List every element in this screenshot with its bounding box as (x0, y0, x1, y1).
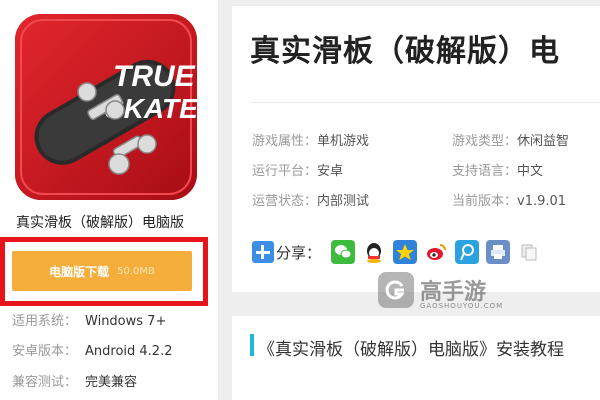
attr-game-property: 游戏属性：单机游戏 (252, 130, 369, 149)
compatibility-test-label: 兼容测试： (12, 375, 78, 390)
divider (250, 102, 600, 103)
page-title: 真实滑板（破解版）电 (250, 34, 560, 69)
attr-label: 运行平台： (252, 164, 318, 179)
share-plus-icon[interactable] (252, 241, 274, 263)
svg-text:TRUE: TRUE (113, 60, 196, 93)
android-version-value: Android 4.2.2 (85, 344, 173, 359)
app-name: 真实滑板（破解版）电脑版 (16, 215, 184, 231)
main-panel: 真实滑板（破解版）电 游戏属性：单机游戏 游戏类型：休闲益智 运行平台：安卓 支… (232, 6, 600, 292)
attr-label: 支持语言： (452, 164, 518, 179)
tencent-weibo-icon[interactable] (455, 240, 480, 264)
section-accent-bar (250, 334, 254, 356)
attr-label: 游戏属性： (252, 134, 318, 149)
attr-platform: 运行平台：安卓 (252, 160, 343, 179)
attr-label: 游戏类型： (452, 134, 518, 149)
system-requirement-label: 适用系统： (12, 314, 78, 329)
weibo-icon[interactable] (424, 240, 449, 264)
share-label: 分享： (276, 243, 322, 262)
section-title: 《真实滑板（破解版）电脑版》安装教程 (258, 340, 564, 360)
attr-value: 单机游戏 (317, 134, 370, 149)
attr-value: 安卓 (317, 164, 344, 179)
install-tutorial-section: 《真实滑板（破解版）电脑版》安装教程 (232, 316, 600, 400)
system-requirement-value: Windows 7+ (85, 314, 167, 329)
attr-label: 运营状态： (252, 194, 318, 209)
skateboard-icon: TRUE SKATE (15, 14, 197, 200)
attr-game-type: 游戏类型：休闲益智 (452, 130, 569, 149)
attr-label: 当前版本： (452, 194, 518, 209)
app-icon[interactable]: TRUE SKATE (15, 14, 197, 200)
download-button-label: 电脑版下载 (49, 264, 110, 279)
attr-version: 当前版本：v1.9.01 (452, 190, 566, 209)
copy-icon[interactable] (517, 240, 542, 264)
attr-language: 支持语言：中文 (452, 160, 543, 179)
download-button[interactable]: 电脑版下载 50.0MB (12, 251, 192, 291)
wechat-icon[interactable] (331, 240, 356, 264)
android-version: 安卓版本： Android 4.2.2 (12, 340, 173, 359)
watermark-subtext: GAOSHOUYOU.COM (420, 302, 504, 310)
share-row: 分享： (252, 240, 548, 264)
qq-icon[interactable] (362, 240, 387, 264)
watermark: 高手游 GAOSHOUYOU.COM (378, 272, 506, 318)
compatibility-test: 兼容测试： 完美兼容 (12, 371, 137, 390)
download-size: 50.0MB (117, 265, 155, 277)
system-requirement: 适用系统： Windows 7+ (12, 310, 166, 329)
attr-status: 运营状态：内部测试 (252, 190, 369, 209)
attr-value: 中文 (517, 164, 544, 179)
attr-value: v1.9.01 (517, 194, 567, 209)
attr-value: 休闲益智 (517, 134, 570, 149)
print-icon[interactable] (486, 240, 511, 264)
watermark-logo-icon (378, 272, 414, 308)
attr-value: 内部测试 (317, 194, 370, 209)
compatibility-test-value: 完美兼容 (85, 375, 138, 390)
android-version-label: 安卓版本： (12, 344, 78, 359)
qzone-icon[interactable] (393, 240, 418, 264)
